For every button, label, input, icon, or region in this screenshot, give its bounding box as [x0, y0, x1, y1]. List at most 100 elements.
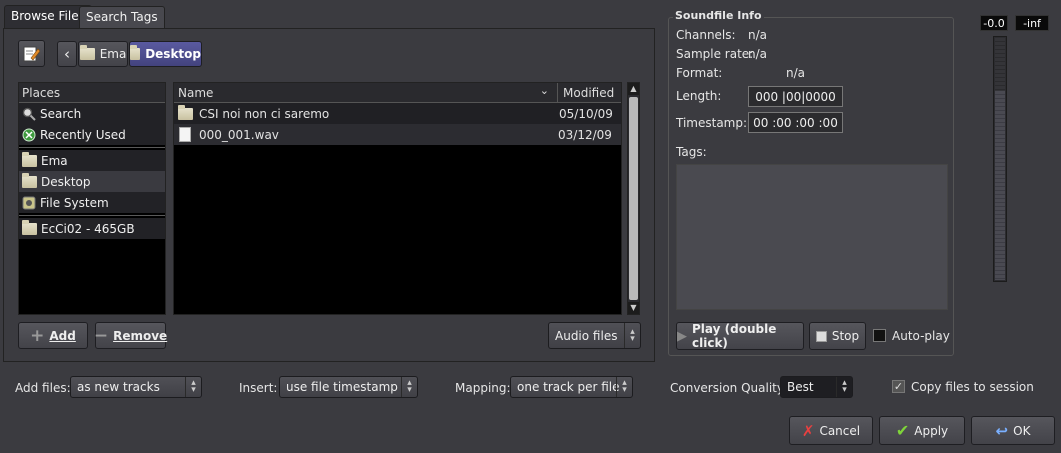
folder-icon	[22, 151, 37, 167]
scroll-thumb[interactable]	[629, 97, 638, 300]
file-filter-select[interactable]: Audio files ▴ ▾	[548, 322, 641, 349]
channels-value: n/a	[748, 28, 768, 42]
folder-icon	[130, 45, 141, 60]
add-place-button[interactable]: + Add	[18, 322, 88, 349]
minus-icon: −	[93, 325, 109, 346]
updown-icon: ▴ ▾	[624, 323, 640, 348]
places-list: Places Search Recently Used Ema Desktop …	[18, 82, 166, 315]
autoplay-checkbox[interactable]	[873, 329, 886, 342]
place-label: EcCi02 - 465GB	[41, 221, 135, 236]
place-item-search[interactable]: Search	[19, 103, 165, 124]
place-item-recently-used[interactable]: Recently Used	[19, 124, 165, 145]
return-arrow-icon: ↩	[995, 421, 1009, 440]
file-modified: 05/10/09	[559, 106, 613, 121]
file-icon	[179, 127, 191, 142]
place-label: Search	[40, 106, 82, 121]
length-clock[interactable]: 000 |00|0000	[748, 86, 843, 107]
breadcrumb-label: Ema	[99, 47, 127, 61]
autoplay-label: Auto-play	[892, 329, 950, 343]
mapping-select[interactable]: one track per file ▴ ▾	[510, 376, 633, 398]
insert-label: Insert:	[239, 381, 278, 395]
file-name: 000_001.wav	[199, 127, 279, 142]
scroll-up-arrow[interactable]: ▲	[628, 83, 639, 95]
file-list-scrollbar[interactable]: ▲ ▼	[627, 82, 640, 315]
file-name: CSI noi non ci saremo	[199, 106, 330, 121]
add-files-select[interactable]: as new tracks ▴ ▾	[70, 376, 202, 398]
breadcrumb-back-button[interactable]: ‹	[57, 41, 77, 67]
updown-icon: ▴ ▾	[401, 377, 417, 397]
place-label: Ema	[41, 153, 68, 168]
play-button[interactable]: ▶ Play (double click)	[676, 322, 804, 350]
timestamp-clock[interactable]: 00 :00 :00 :00	[748, 112, 843, 133]
sample-rate-value: n/a	[748, 47, 768, 61]
file-list-header: Name ⌄ Modified	[174, 83, 621, 103]
sample-rate-label: Sample rate:	[676, 47, 754, 61]
length-label: Length:	[676, 89, 722, 103]
breadcrumb-item-ema[interactable]: Ema	[78, 41, 128, 67]
peak-display-left[interactable]: -0.0	[980, 15, 1008, 31]
column-header-name[interactable]: Name ⌄	[174, 83, 558, 102]
timestamp-label: Timestamp:	[676, 116, 748, 130]
place-item-desktop[interactable]: Desktop	[19, 171, 165, 192]
file-row[interactable]: 000_001.wav 03/12/09	[174, 124, 621, 145]
place-label: File System	[40, 195, 109, 210]
file-row[interactable]: CSI noi non ci saremo 05/10/09	[174, 103, 621, 124]
soundfile-info-title: Soundfile Info	[673, 9, 764, 22]
chevron-down-icon: ⌄	[539, 84, 549, 97]
format-label: Format:	[676, 66, 723, 80]
search-icon	[22, 107, 36, 121]
stop-button[interactable]: Stop	[809, 322, 866, 350]
place-item-ema[interactable]: Ema	[19, 150, 165, 171]
folder-icon	[22, 219, 37, 235]
folder-icon	[22, 172, 37, 188]
places-header: Places	[19, 83, 165, 103]
pencil-icon	[23, 46, 40, 62]
folder-icon	[178, 104, 193, 120]
updown-icon: ▴ ▾	[836, 377, 852, 397]
column-header-modified[interactable]: Modified	[558, 86, 614, 100]
channels-label: Channels:	[676, 28, 736, 42]
remove-label: Remove	[113, 328, 168, 343]
breadcrumb-label: Desktop	[145, 47, 201, 61]
cancel-icon: ✗	[801, 421, 815, 440]
tab-search-tags[interactable]: Search Tags	[79, 6, 165, 28]
folder-icon	[79, 45, 95, 60]
conversion-quality-label: Conversion Quality:	[670, 381, 788, 395]
format-value: n/a	[786, 66, 806, 80]
edit-location-button[interactable]	[18, 40, 45, 67]
level-meter	[993, 36, 1007, 282]
mapping-label: Mapping:	[455, 381, 511, 395]
tags-label: Tags:	[676, 145, 707, 159]
meter-unlit	[995, 38, 1005, 91]
divider	[19, 147, 165, 148]
file-list: Name ⌄ Modified CSI noi non ci saremo 05…	[173, 82, 622, 315]
add-label: Add	[49, 328, 76, 343]
checkmark-icon: ✔	[895, 421, 910, 440]
remove-place-button[interactable]: − Remove	[93, 322, 168, 349]
insert-select[interactable]: use file timestamp ▴ ▾	[279, 376, 418, 398]
ok-button[interactable]: ↩ OK	[971, 416, 1055, 445]
peak-display-right[interactable]: -inf	[1015, 15, 1049, 31]
copy-files-checkbox[interactable]: ✓	[892, 380, 905, 393]
breadcrumb-item-desktop[interactable]: Desktop	[129, 41, 202, 67]
cancel-button[interactable]: ✗ Cancel	[789, 416, 873, 445]
updown-icon: ▴ ▾	[616, 377, 632, 397]
stop-icon	[815, 330, 827, 342]
place-label: Recently Used	[40, 127, 126, 142]
tags-textarea[interactable]	[676, 164, 948, 310]
file-modified: 03/12/09	[558, 127, 612, 142]
place-item-ecci02[interactable]: EcCi02 - 465GB	[19, 218, 165, 239]
drive-icon	[22, 196, 36, 209]
scroll-down-arrow[interactable]: ▼	[628, 302, 639, 314]
recent-icon	[22, 128, 36, 141]
conversion-quality-select[interactable]: Best ▴ ▾	[780, 376, 853, 398]
meter-level	[995, 91, 1005, 280]
place-item-file-system[interactable]: File System	[19, 192, 165, 213]
apply-button[interactable]: ✔ Apply	[879, 416, 965, 445]
place-label: Desktop	[41, 174, 91, 189]
add-files-label: Add files:	[15, 381, 71, 395]
divider	[19, 215, 165, 216]
plus-icon: +	[30, 325, 45, 346]
updown-icon: ▴ ▾	[185, 377, 201, 397]
copy-files-label: Copy files to session	[911, 380, 1034, 394]
